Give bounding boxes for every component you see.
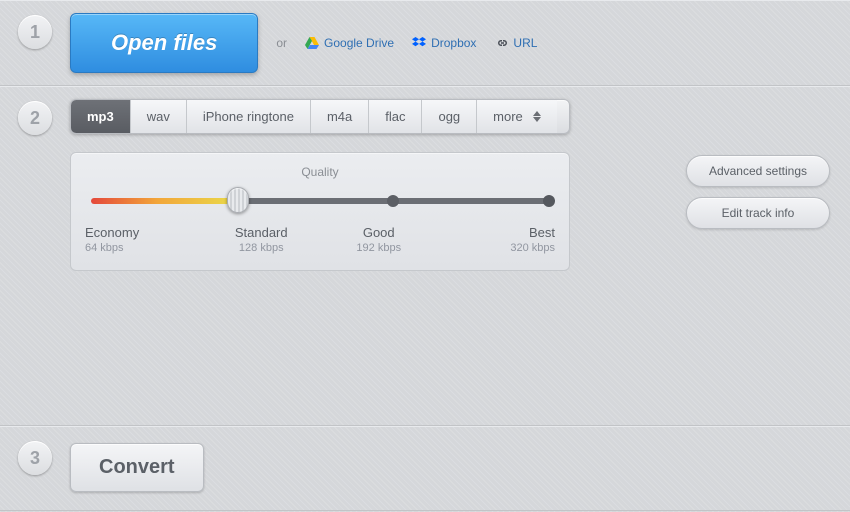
tab-more[interactable]: more (477, 100, 557, 133)
step-badge-3: 3 (18, 441, 52, 475)
quality-title: Quality (85, 165, 555, 179)
tab-ogg[interactable]: ogg (422, 100, 477, 133)
quality-bitrate: 128 kbps (203, 242, 321, 254)
step-3-section: 3 Convert (0, 426, 850, 511)
quality-stop-best: Best 320 kbps (438, 225, 556, 254)
link-icon (494, 37, 508, 49)
tab-wav[interactable]: wav (131, 100, 187, 133)
slider-tick-best (543, 195, 555, 207)
convert-button[interactable]: Convert (70, 443, 204, 492)
quality-stop-good: Good 192 kbps (320, 225, 438, 254)
slider-track-filled (91, 198, 238, 204)
quality-name: Economy (85, 225, 203, 240)
quality-bitrate: 192 kbps (320, 242, 438, 254)
source-url[interactable]: URL (494, 36, 537, 50)
quality-name: Standard (203, 225, 321, 240)
dropbox-icon (412, 37, 426, 49)
advanced-settings-button[interactable]: Advanced settings (686, 155, 830, 187)
tab-flac[interactable]: flac (369, 100, 422, 133)
step-badge-1: 1 (18, 15, 52, 49)
google-drive-label: Google Drive (324, 36, 394, 50)
quality-bitrate: 320 kbps (438, 242, 556, 254)
quality-stop-standard: Standard 128 kbps (203, 225, 321, 254)
tab-mp3[interactable]: mp3 (71, 100, 131, 133)
quality-labels: Economy 64 kbps Standard 128 kbps Good 1… (85, 225, 555, 254)
quality-bitrate: 64 kbps (85, 242, 203, 254)
tab-iphone-ringtone[interactable]: iPhone ringtone (187, 100, 311, 133)
step-1-section: 1 Open files or Google Drive Dropbox URL (0, 0, 850, 86)
or-label: or (276, 36, 287, 50)
open-files-button[interactable]: Open files (70, 13, 258, 73)
slider-thumb[interactable] (227, 187, 249, 213)
chevron-updown-icon (533, 111, 541, 122)
quality-name: Best (438, 225, 556, 240)
google-drive-icon (305, 37, 319, 49)
step-badge-2: 2 (18, 101, 52, 135)
tab-more-label: more (493, 109, 523, 124)
quality-panel: Quality Economy 64 kbps Standard 128 (70, 152, 570, 271)
slider-tick-good (387, 195, 399, 207)
quality-slider[interactable] (91, 189, 549, 213)
url-label: URL (513, 36, 537, 50)
dropbox-label: Dropbox (431, 36, 476, 50)
format-tabs: mp3 wav iPhone ringtone m4a flac ogg mor… (70, 99, 570, 134)
quality-stop-economy: Economy 64 kbps (85, 225, 203, 254)
source-dropbox[interactable]: Dropbox (412, 36, 476, 50)
tab-m4a[interactable]: m4a (311, 100, 369, 133)
step-2-section: 2 mp3 wav iPhone ringtone m4a flac ogg m… (0, 86, 850, 426)
source-google-drive[interactable]: Google Drive (305, 36, 394, 50)
edit-track-info-button[interactable]: Edit track info (686, 197, 830, 229)
quality-name: Good (320, 225, 438, 240)
